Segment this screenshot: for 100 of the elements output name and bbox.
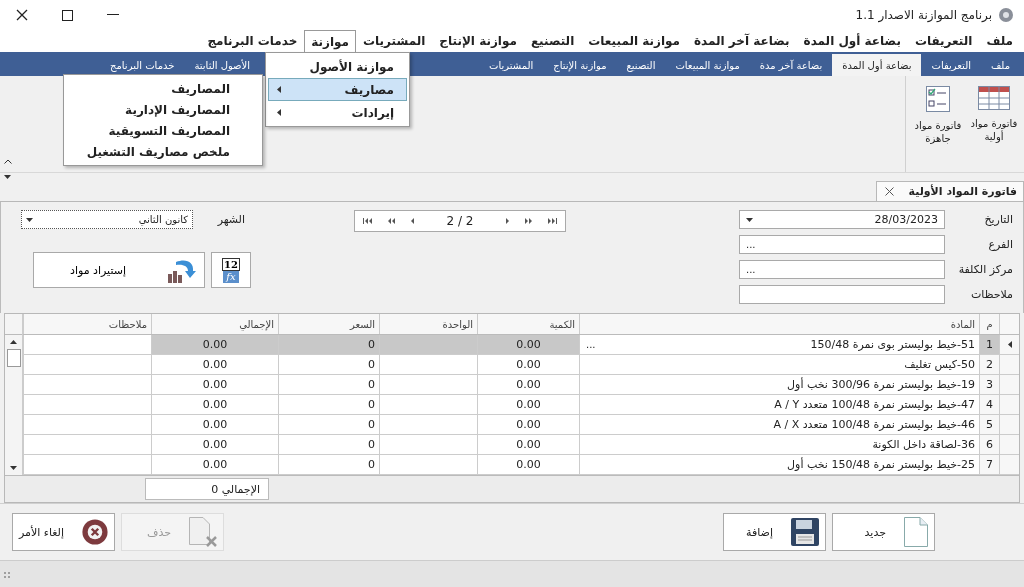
column-header[interactable]: السعر: [278, 314, 379, 334]
row-header-cell[interactable]: [999, 355, 1019, 375]
menu-item[interactable]: المصاريف: [64, 78, 262, 99]
table-cell: 0: [278, 375, 379, 395]
month-dropdown[interactable]: كانون الثاني: [21, 210, 193, 229]
dropdown-caret-icon[interactable]: [4, 175, 11, 179]
table-icon: [978, 86, 1010, 110]
ribbon-tab[interactable]: موازنة المبيعات: [665, 54, 750, 76]
previous-record-icon[interactable]: [409, 218, 414, 224]
close-icon[interactable]: [16, 9, 28, 21]
menu-item[interactable]: ملف: [979, 30, 1020, 52]
menu-item[interactable]: موازنة: [304, 30, 357, 52]
menu-item[interactable]: مصاريف: [268, 78, 407, 101]
formula-button[interactable]: 12 fx: [211, 252, 251, 288]
table-cell: 0.00: [477, 415, 579, 435]
row-header-cell[interactable]: [999, 455, 1019, 475]
dropdown-caret-icon[interactable]: [26, 217, 33, 222]
table-cell: 50-كيس تغليف: [904, 358, 975, 371]
column-header[interactable]: الواحدة: [379, 314, 477, 334]
menu-item[interactable]: التصنيع: [523, 30, 582, 52]
document-delete-icon: [189, 517, 217, 547]
column-header[interactable]: المادة: [579, 314, 979, 334]
previous-page-icon[interactable]: [386, 218, 395, 224]
resize-grip-icon[interactable]: [4, 571, 12, 580]
column-header[interactable]: الإجمالي: [151, 314, 278, 334]
row-header-cell[interactable]: [999, 395, 1019, 415]
menu-item[interactable]: موازنة الأصول: [268, 55, 407, 78]
ribbon-tab[interactable]: التعريفات: [921, 54, 981, 76]
menu-item[interactable]: بضاعة آخر المدة: [687, 30, 797, 52]
maximize-icon[interactable]: [62, 9, 73, 21]
checklist-icon: [926, 86, 950, 112]
submenu-caret-icon: [277, 86, 281, 93]
ribbon-button[interactable]: فاتورة مواد جاهزة: [912, 86, 964, 172]
ellipsis-button[interactable]: ...: [584, 339, 596, 350]
scrollbar[interactable]: [5, 314, 23, 475]
menu-item[interactable]: بضاعة أول المدة: [796, 30, 908, 52]
table-cell: 3: [979, 375, 999, 395]
document-tab[interactable]: فاتورة المواد الأولية: [876, 181, 1024, 201]
table-cell: 0: [278, 335, 379, 355]
table-cell: 4: [979, 395, 999, 415]
action-button[interactable]: إضافة: [723, 513, 826, 551]
table-cell: 2: [979, 355, 999, 375]
table-cell: 47-خيط بوليستر نمرة 100/48 متعدد A / Y: [774, 398, 975, 411]
table-cell: 0.00: [151, 415, 278, 435]
menu-item[interactable]: المصاريف التسويقية: [64, 120, 262, 141]
row-header-cell[interactable]: [999, 375, 1019, 395]
table-cell: 36-لصاقة داخل الكونة: [872, 438, 975, 451]
ellipsis-button[interactable]: ...: [746, 264, 756, 275]
column-header[interactable]: الكمية: [477, 314, 579, 334]
action-button[interactable]: جديد: [832, 513, 935, 551]
table-cell: 0: [278, 435, 379, 455]
table-cell: 46-خيط بوليستر نمرة 100/48 متعدد A / X: [773, 418, 975, 431]
close-icon[interactable]: [885, 187, 895, 196]
next-record-icon[interactable]: [506, 218, 511, 224]
table-cell: 5: [979, 415, 999, 435]
total-field: الإجمالي 0: [145, 478, 269, 500]
input-field[interactable]: [739, 285, 945, 304]
import-button[interactable]: إستيراد مواد: [33, 252, 205, 288]
menu-item[interactable]: التعريفات: [907, 30, 980, 52]
dropdown-caret-icon[interactable]: [746, 217, 753, 222]
action-button[interactable]: إلغاء الأمر: [12, 513, 115, 551]
menu-item[interactable]: موازنة الإنتاج: [432, 30, 524, 52]
input-field[interactable]: ...: [739, 260, 945, 279]
scroll-down-icon[interactable]: [10, 466, 17, 470]
ellipsis-button[interactable]: ...: [746, 239, 756, 250]
scrollbar-thumb[interactable]: [6, 349, 21, 367]
input-field[interactable]: 28/03/2023: [739, 210, 945, 229]
column-header[interactable]: م: [979, 314, 999, 334]
field-label: ملاحظات: [970, 288, 1013, 301]
ribbon-button[interactable]: فاتورة مواد أولية: [968, 86, 1020, 172]
input-field[interactable]: ...: [739, 235, 945, 254]
ribbon-tab[interactable]: بضاعة آخر مدة: [749, 54, 833, 76]
collapse-caret-icon[interactable]: [4, 159, 12, 164]
first-record-icon[interactable]: [363, 218, 372, 224]
menu-item[interactable]: موازنة المبيعات: [581, 30, 687, 52]
row-header-cell[interactable]: [999, 335, 1019, 355]
last-record-icon[interactable]: [547, 218, 557, 224]
table-cell: 0.00: [151, 375, 278, 395]
scroll-up-icon[interactable]: [10, 340, 17, 344]
menu-item[interactable]: المصاريف الإدارية: [64, 99, 262, 120]
ribbon-tab[interactable]: ملف: [980, 54, 1020, 76]
ribbon-tab[interactable]: خدمات البرنامج: [100, 54, 185, 76]
table-cell: 0: [278, 455, 379, 475]
row-header-cell[interactable]: [999, 435, 1019, 455]
table-cell: 0.00: [477, 375, 579, 395]
row-header-cell[interactable]: [999, 415, 1019, 435]
menu-item[interactable]: خدمات البرنامج: [200, 30, 305, 52]
ribbon-tab[interactable]: المشتريات: [478, 54, 544, 76]
minimize-icon[interactable]: [107, 14, 119, 16]
menu-item[interactable]: إيرادات: [268, 101, 407, 124]
next-page-icon[interactable]: [525, 218, 534, 224]
table-cell: 0.00: [151, 435, 278, 455]
ribbon-tab[interactable]: موازنة الإنتاج: [543, 54, 617, 76]
ribbon-tab[interactable]: التصنيع: [616, 54, 666, 76]
table-cell: 0.00: [151, 335, 278, 355]
menu-item[interactable]: المشتريات: [356, 30, 433, 52]
ribbon-tab[interactable]: بضاعة أول المدة: [832, 54, 922, 76]
ribbon-tab[interactable]: الأصول الثابتة: [184, 54, 261, 76]
menu-item[interactable]: ملخص مصاريف التشغيل: [64, 141, 262, 162]
table-cell: 0.00: [151, 355, 278, 375]
